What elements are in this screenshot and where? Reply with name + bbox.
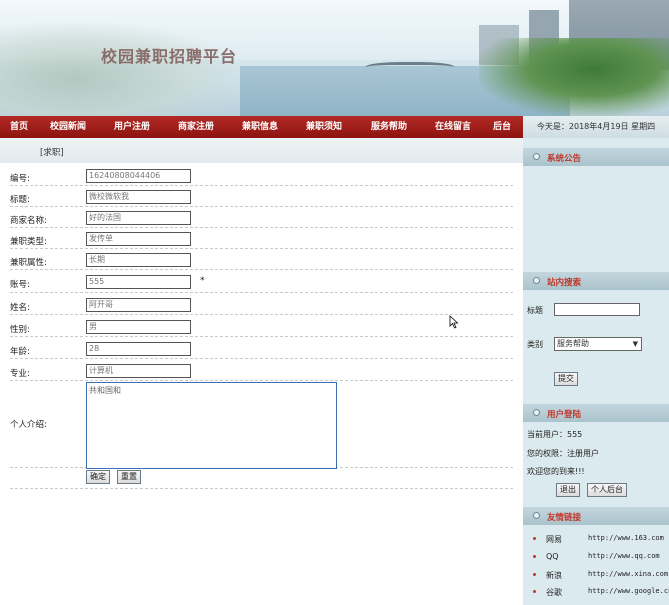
field-label: 姓名: xyxy=(10,303,30,313)
reset-button[interactable]: 重置 xyxy=(117,470,141,484)
header-banner: 校园兼职招聘平台 xyxy=(0,0,669,116)
nav-item-help[interactable]: 服务帮助 xyxy=(371,116,407,138)
search-header: 站内搜索 xyxy=(523,272,669,290)
title-field[interactable]: 微校微软我 xyxy=(86,190,191,204)
main-nav: 首页 校园新闻 用户注册 商家注册 兼职信息 兼职须知 服务帮助 在线留言 后台 xyxy=(0,116,523,138)
logout-button[interactable]: 退出 xyxy=(556,483,580,497)
search-title: 站内搜索 xyxy=(547,278,582,288)
link-name: 谷歌 xyxy=(546,588,562,597)
circle-icon xyxy=(533,512,540,519)
form-row: 商家名称: 好的法国 xyxy=(10,208,513,228)
field-label: 年龄: xyxy=(10,347,30,357)
bullet-icon xyxy=(533,555,536,558)
sidebar: 系统公告 站内搜索 标题 类别 服务帮助 ▼ 提交 用户登陆 当前用户：555 … xyxy=(523,138,669,605)
name-field[interactable]: 阿开哥 xyxy=(86,298,191,312)
link-url: http://www.163.com xyxy=(588,534,664,542)
current-user-text: 当前用户：555 xyxy=(527,430,583,439)
circle-icon xyxy=(533,409,540,416)
form-row: 姓名: 阿开哥 xyxy=(10,294,513,315)
login-header: 用户登陆 xyxy=(523,404,669,422)
link-name: 网易 xyxy=(546,535,562,544)
form-row: 账号: 555 * xyxy=(10,271,513,293)
nav-item-merchant-register[interactable]: 商家注册 xyxy=(178,116,214,138)
field-label: 编号: xyxy=(10,174,30,184)
field-label: 账号: xyxy=(10,280,30,290)
form-row: 专业: 计算机 xyxy=(10,360,513,381)
nav-item-news[interactable]: 校园新闻 xyxy=(50,116,86,138)
nav-item-admin[interactable]: 后台 xyxy=(493,116,511,138)
circle-icon xyxy=(533,277,540,284)
job-attribute-field[interactable]: 长期 xyxy=(86,253,191,267)
field-label: 兼职属性: xyxy=(10,258,47,268)
nav-item-messages[interactable]: 在线留言 xyxy=(435,116,471,138)
field-label: 个人介绍: xyxy=(10,420,47,430)
nav-item-user-register[interactable]: 用户注册 xyxy=(114,116,150,138)
category-select[interactable]: 服务帮助 ▼ xyxy=(554,337,642,351)
field-label: 商家名称: xyxy=(10,216,47,226)
gender-field[interactable]: 男 xyxy=(86,320,191,334)
breadcrumb: [求职] xyxy=(40,148,64,158)
id-field[interactable]: 16240808044406 xyxy=(86,169,191,183)
account-field[interactable]: 555 xyxy=(86,275,191,289)
link-url: http://www.xina.com xyxy=(588,570,669,578)
circle-icon xyxy=(533,153,540,160)
category-select-value: 服务帮助 xyxy=(557,339,589,348)
nav-item-jobs[interactable]: 兼职信息 xyxy=(242,116,278,138)
form-row: 性别: 男 xyxy=(10,316,513,337)
login-title: 用户登陆 xyxy=(547,410,582,420)
field-label: 专业: xyxy=(10,369,30,379)
links-title: 友情链接 xyxy=(547,513,582,523)
search-category-label: 类别 xyxy=(527,340,543,349)
field-label: 兼职类型: xyxy=(10,237,47,247)
merchant-name-field[interactable]: 好的法国 xyxy=(86,211,191,225)
job-type-field[interactable]: 发传单 xyxy=(86,232,191,246)
links-header: 友情链接 xyxy=(523,507,669,525)
required-mark: * xyxy=(200,276,205,286)
form-row: 兼职属性: 长期 xyxy=(10,250,513,270)
main-content: [求职] 编号: 16240808044406 标题: 微校微软我 商家名称: … xyxy=(0,138,523,605)
profile-button[interactable]: 个人后台 xyxy=(587,483,627,497)
form-row: 个人介绍: 共和国和 xyxy=(10,381,513,469)
form-row: 编号: 16240808044406 xyxy=(10,166,513,186)
site-title: 校园兼职招聘平台 xyxy=(101,47,238,66)
link-name: QQ xyxy=(546,552,559,561)
mouse-cursor-icon xyxy=(449,315,459,329)
field-label: 性别: xyxy=(10,325,30,335)
banner-trees-right xyxy=(479,38,669,116)
intro-textarea[interactable]: 共和国和 xyxy=(86,382,337,469)
nav-item-home[interactable]: 首页 xyxy=(10,116,28,138)
search-input[interactable] xyxy=(554,303,640,316)
banner-trees-left xyxy=(0,20,250,116)
form-actions: 确定 重置 xyxy=(10,468,513,489)
search-title-label: 标题 xyxy=(527,306,543,315)
breadcrumb-bar: [求职] xyxy=(0,138,523,163)
age-field[interactable]: 28 xyxy=(86,342,191,356)
nav-item-job-notice[interactable]: 兼职须知 xyxy=(306,116,342,138)
major-field[interactable]: 计算机 xyxy=(86,364,191,378)
notice-header: 系统公告 xyxy=(523,148,669,166)
search-submit-button[interactable]: 提交 xyxy=(554,372,578,386)
bullet-icon xyxy=(533,590,536,593)
chevron-down-icon: ▼ xyxy=(632,340,638,348)
field-label: 标题: xyxy=(10,195,30,205)
welcome-text: 欢迎您的到来!!! xyxy=(527,467,585,476)
link-name: 新浪 xyxy=(546,571,562,580)
bullet-icon xyxy=(533,573,536,576)
notice-title: 系统公告 xyxy=(547,154,582,164)
form-row: 年龄: 28 xyxy=(10,338,513,359)
banner-bridge xyxy=(365,62,455,75)
link-url: http://www.google.cn xyxy=(588,587,669,595)
bullet-icon xyxy=(533,537,536,540)
submit-button[interactable]: 确定 xyxy=(86,470,110,484)
user-role-text: 您的权限：注册用户 xyxy=(527,449,599,458)
form-row: 标题: 微校微软我 xyxy=(10,187,513,207)
date-display: 今天是：2018年4月19日 星期四 xyxy=(523,116,669,138)
link-url: http://www.qq.com xyxy=(588,552,660,560)
form-row: 兼职类型: 发传单 xyxy=(10,229,513,249)
